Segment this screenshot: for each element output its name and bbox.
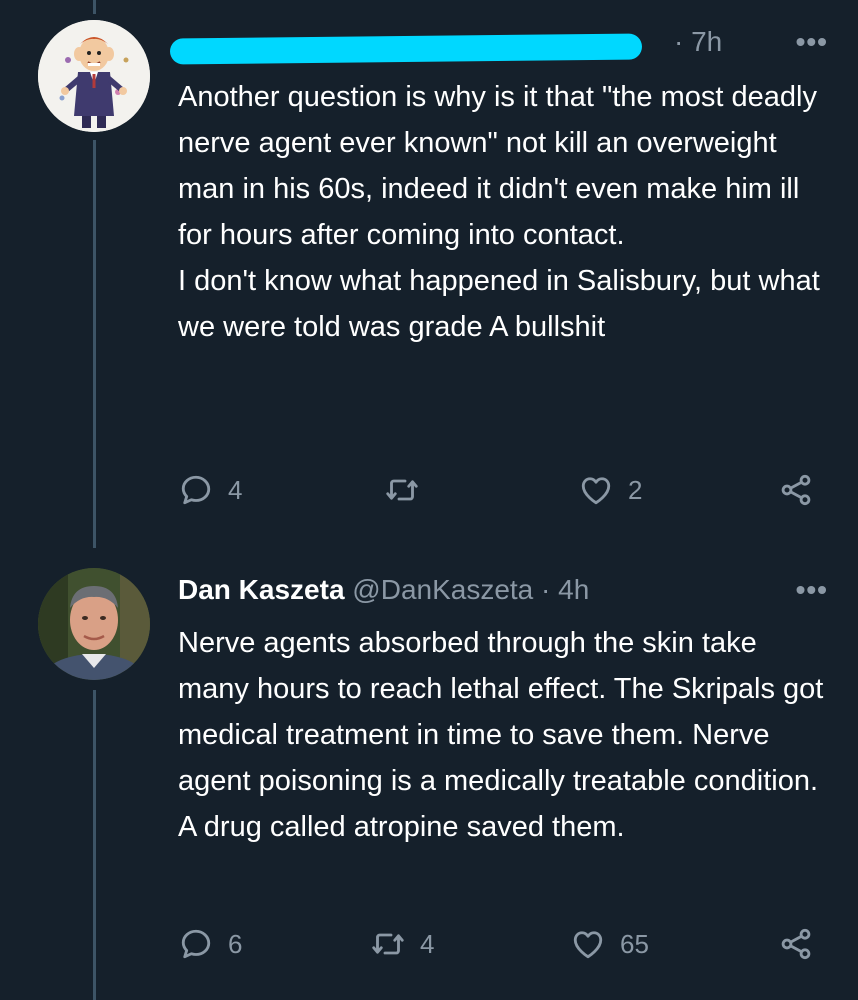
timestamp[interactable]: · 4h xyxy=(541,574,589,605)
tweet-text: Another question is why is it that "the … xyxy=(178,74,828,350)
tweet-text-paragraph: Nerve agents absorbed through the skin t… xyxy=(178,627,824,843)
tweet-actions: 4 2 xyxy=(178,472,828,512)
tweet-header: Dan Kaszeta @DanKaszeta · 4h ••• xyxy=(178,570,828,610)
share-button[interactable] xyxy=(778,472,814,508)
like-count: 65 xyxy=(620,928,649,959)
retweet-icon xyxy=(372,933,404,955)
reply-icon xyxy=(181,475,211,505)
more-options-button[interactable]: ••• xyxy=(796,570,828,610)
like-button[interactable]: 65 xyxy=(570,926,649,962)
cartoon-avatar-image xyxy=(38,20,150,132)
username[interactable]: @DanKaszeta xyxy=(352,574,533,605)
tweet-actions: 6 4 65 xyxy=(178,926,828,966)
like-count: 2 xyxy=(628,474,643,505)
like-icon xyxy=(573,931,603,959)
share-button[interactable] xyxy=(778,926,814,962)
reply-count: 4 xyxy=(228,474,243,505)
share-icon xyxy=(781,474,811,506)
retweet-count: 4 xyxy=(420,928,435,959)
share-icon xyxy=(781,928,811,960)
retweet-icon xyxy=(386,479,418,501)
display-name[interactable]: Dan Kaszeta xyxy=(178,574,345,605)
reply-button[interactable]: 4 xyxy=(178,472,242,508)
avatar[interactable] xyxy=(38,568,150,680)
avatar[interactable] xyxy=(38,20,150,132)
like-button[interactable]: 2 xyxy=(578,472,642,508)
redaction-mark xyxy=(169,33,643,65)
timestamp[interactable]: · 7h xyxy=(674,22,722,62)
profile-photo-image xyxy=(38,568,150,680)
tweet-2[interactable]: Dan Kaszeta @DanKaszeta · 4h ••• Nerve a… xyxy=(0,548,858,1000)
tweet-1[interactable]: · 7h ••• Another question is why is it t… xyxy=(0,0,858,548)
retweet-button[interactable] xyxy=(384,472,434,508)
reply-count: 6 xyxy=(228,928,243,959)
like-icon xyxy=(581,477,611,505)
reply-button[interactable]: 6 xyxy=(178,926,242,962)
tweet-text: Nerve agents absorbed through the skin t… xyxy=(178,620,828,850)
tweet-text-paragraph: I don't know what happened in Salisbury,… xyxy=(178,265,820,343)
tweet-text-paragraph: Another question is why is it that "the … xyxy=(178,81,817,251)
more-options-button[interactable]: ••• xyxy=(796,22,828,62)
reply-icon xyxy=(181,929,211,959)
retweet-button[interactable]: 4 xyxy=(370,926,434,962)
